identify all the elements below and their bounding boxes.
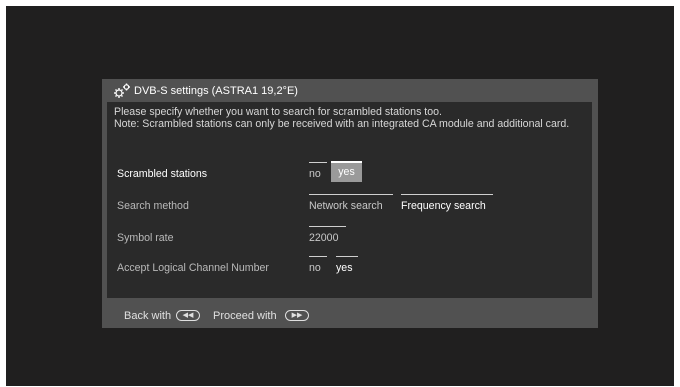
rewind-key-icon: ◀◀ bbox=[176, 310, 200, 321]
description-block: Please specify whether you want to searc… bbox=[114, 106, 586, 131]
tv-screen: DVB-S settings (ASTRA1 19,2°E) Please sp… bbox=[6, 6, 674, 386]
lcn-option-yes[interactable]: yes bbox=[336, 256, 358, 276]
symbol-rate-value[interactable]: 22000 bbox=[309, 226, 346, 246]
symbol-rate-label: Symbol rate bbox=[117, 232, 174, 244]
scrambled-option-no[interactable]: no bbox=[309, 162, 327, 184]
note-text: Note: Scrambled stations can only be rec… bbox=[114, 118, 570, 131]
description-text: Please specify whether you want to searc… bbox=[114, 106, 442, 118]
back-hint-label: Back with bbox=[124, 310, 172, 322]
fast-forward-key-icon: ▶▶ bbox=[285, 310, 309, 321]
proceed-hint-label: Proceed with bbox=[213, 310, 277, 322]
dialog-content: Please specify whether you want to searc… bbox=[107, 102, 592, 298]
dialog-title: DVB-S settings (ASTRA1 19,2°E) bbox=[134, 85, 298, 97]
lcn-option-no[interactable]: no bbox=[309, 256, 327, 276]
search-method-label: Search method bbox=[117, 200, 189, 212]
dialog-footer: Back with ◀◀ Proceed with ▶▶ bbox=[102, 304, 598, 328]
dialog-title-bar: DVB-S settings (ASTRA1 19,2°E) bbox=[102, 79, 598, 102]
scrambled-option-yes[interactable]: yes bbox=[331, 161, 362, 182]
scrambled-stations-label: Scrambled stations bbox=[117, 168, 208, 180]
dvbs-settings-dialog: DVB-S settings (ASTRA1 19,2°E) Please sp… bbox=[102, 79, 598, 328]
gears-icon bbox=[114, 83, 130, 98]
search-method-network[interactable]: Network search bbox=[309, 194, 393, 214]
search-method-frequency[interactable]: Frequency search bbox=[401, 194, 493, 214]
lcn-label: Accept Logical Channel Number bbox=[117, 262, 269, 274]
